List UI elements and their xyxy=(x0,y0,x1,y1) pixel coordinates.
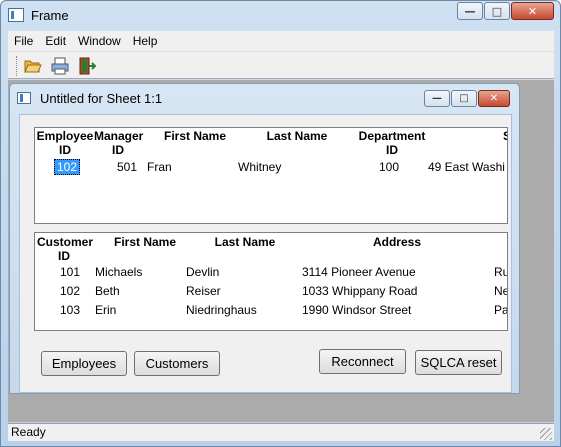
cell-first-name[interactable]: Fran xyxy=(147,159,227,175)
menu-edit[interactable]: Edit xyxy=(39,34,72,48)
reconnect-button[interactable]: Reconnect xyxy=(319,349,406,374)
cell-customer-city[interactable]: Ne xyxy=(494,283,507,299)
cell-customer-last[interactable]: Devlin xyxy=(186,264,286,280)
cell-customer-first[interactable]: Michaels xyxy=(95,264,175,280)
exit-door-icon[interactable] xyxy=(77,56,97,76)
menu-bar: File Edit Window Help xyxy=(8,31,554,51)
header-customer-first-name: First Name xyxy=(113,235,177,249)
frame-title-bar[interactable]: Frame — □ ✕ xyxy=(1,1,560,31)
cell-customer-city[interactable]: Pa xyxy=(494,302,507,318)
cell-employee-id[interactable]: 102 xyxy=(36,159,80,175)
toolbar xyxy=(8,51,554,79)
toolbar-grip[interactable] xyxy=(16,56,19,76)
child-window: Untitled for Sheet 1:1 — □ ✕ Employee ID … xyxy=(9,83,520,394)
cell-customer-first[interactable]: Beth xyxy=(95,283,175,299)
header-customer-last-name: Last Name xyxy=(214,235,276,249)
cell-customer-address[interactable]: 1033 Whippany Road xyxy=(302,283,452,299)
app-window-icon xyxy=(8,8,24,22)
cell-manager-id[interactable]: 501 xyxy=(95,159,137,175)
header-last-name: Last Name xyxy=(266,129,328,143)
header-department-id: Department ID xyxy=(358,129,426,157)
child-title: Untitled for Sheet 1:1 xyxy=(40,91,163,106)
sheet-client-area: Employee ID Manager ID First Name Last Nam… xyxy=(19,114,512,393)
cell-customer-last[interactable]: Niedringhaus xyxy=(186,302,286,318)
employees-button[interactable]: Employees xyxy=(41,351,127,376)
minimize-button[interactable]: — xyxy=(457,2,483,20)
child-title-bar[interactable]: Untitled for Sheet 1:1 — □ ✕ xyxy=(10,84,519,112)
header-first-name: First Name xyxy=(163,129,227,143)
status-text: Ready xyxy=(11,425,46,439)
header-address: Address xyxy=(372,235,422,249)
header-manager-id: Manager ID xyxy=(94,129,144,157)
cell-customer-first[interactable]: Erin xyxy=(95,302,175,318)
header-street: S xyxy=(501,129,507,143)
child-close-button[interactable]: ✕ xyxy=(478,90,510,107)
cell-last-name[interactable]: Whitney xyxy=(238,159,328,175)
customers-datawindow[interactable]: Customer ID First Name Last Name Address … xyxy=(34,232,508,331)
cell-customer-id[interactable]: 102 xyxy=(36,283,80,299)
cell-department-id[interactable]: 100 xyxy=(353,159,399,175)
print-icon[interactable] xyxy=(50,56,70,76)
cell-customer-city[interactable]: Ru xyxy=(494,264,507,280)
cell-customer-id[interactable]: 101 xyxy=(36,264,80,280)
cell-customer-address[interactable]: 3114 Pioneer Avenue xyxy=(302,264,452,280)
main-frame-window: Frame — □ ✕ File Edit Window Help Untitl… xyxy=(0,0,561,447)
status-bar: Ready xyxy=(8,423,554,441)
sqlca-reset-button[interactable]: SQLCA reset xyxy=(415,350,502,375)
menu-window[interactable]: Window xyxy=(72,34,127,48)
cell-customer-address[interactable]: 1990 Windsor Street xyxy=(302,302,452,318)
header-employee-id: Employee ID xyxy=(36,129,94,157)
frame-window-controls: — □ ✕ xyxy=(456,2,554,20)
header-customer-id: Customer ID xyxy=(36,235,93,263)
cell-street[interactable]: 49 East Washi xyxy=(428,159,507,175)
customers-button[interactable]: Customers xyxy=(134,351,220,376)
resize-grip[interactable] xyxy=(540,428,552,440)
cell-customer-id[interactable]: 103 xyxy=(36,302,80,318)
frame-title: Frame xyxy=(31,8,69,23)
sheet-window-icon xyxy=(17,92,31,104)
folder-open-icon[interactable] xyxy=(23,56,43,76)
child-window-controls: — □ ✕ xyxy=(423,90,510,107)
child-maximize-button[interactable]: □ xyxy=(451,90,477,107)
menu-help[interactable]: Help xyxy=(127,34,164,48)
employees-datawindow[interactable]: Employee ID Manager ID First Name Last Nam… xyxy=(34,127,508,224)
maximize-button[interactable]: □ xyxy=(484,2,510,20)
child-minimize-button[interactable]: — xyxy=(424,90,450,107)
close-button[interactable]: ✕ xyxy=(511,2,554,20)
menu-file[interactable]: File xyxy=(8,34,39,48)
cell-customer-last[interactable]: Reiser xyxy=(186,283,286,299)
